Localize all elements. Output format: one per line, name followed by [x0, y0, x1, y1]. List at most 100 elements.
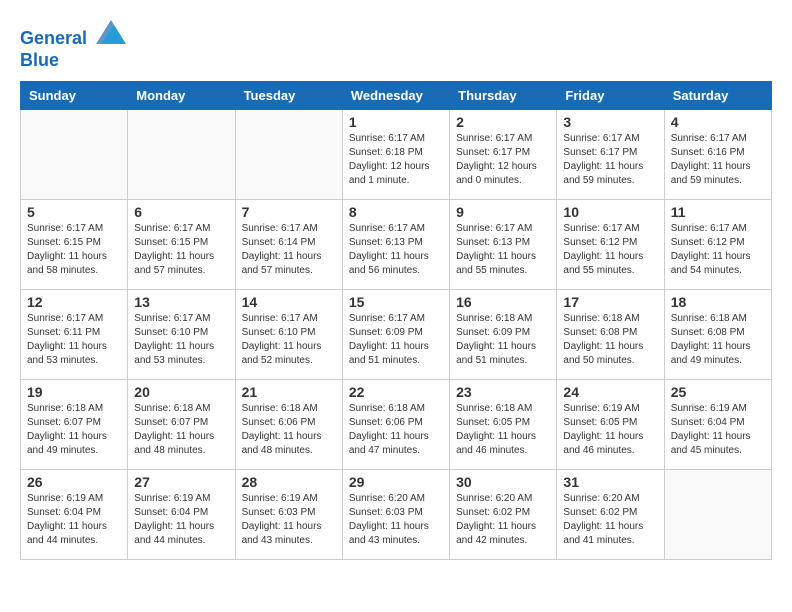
day-info: Sunrise: 6:17 AMSunset: 6:10 PMDaylight:… — [242, 312, 336, 368]
day-number: 17 — [563, 294, 657, 310]
day-number: 9 — [456, 204, 550, 220]
day-cell: 3 Sunrise: 6:17 AMSunset: 6:17 PMDaylight… — [557, 110, 664, 200]
weekday-thursday: Thursday — [450, 82, 557, 110]
logo: General Blue — [20, 20, 126, 71]
day-number: 25 — [671, 384, 765, 400]
day-info: Sunrise: 6:19 AMSunset: 6:04 PMDaylight:… — [671, 402, 765, 458]
day-info: Sunrise: 6:18 AMSunset: 6:09 PMDaylight:… — [456, 312, 550, 368]
day-info: Sunrise: 6:17 AMSunset: 6:12 PMDaylight:… — [671, 222, 765, 278]
day-cell — [128, 110, 235, 200]
day-info: Sunrise: 6:18 AMSunset: 6:07 PMDaylight:… — [134, 402, 228, 458]
day-number: 1 — [349, 114, 443, 130]
day-info: Sunrise: 6:19 AMSunset: 6:04 PMDaylight:… — [134, 492, 228, 548]
day-number: 30 — [456, 474, 550, 490]
day-cell: 13 Sunrise: 6:17 AMSunset: 6:10 PMDayligh… — [128, 290, 235, 380]
day-info: Sunrise: 6:17 AMSunset: 6:11 PMDaylight:… — [27, 312, 121, 368]
day-cell: 27 Sunrise: 6:19 AMSunset: 6:04 PMDayligh… — [128, 470, 235, 560]
day-cell: 16 Sunrise: 6:18 AMSunset: 6:09 PMDayligh… — [450, 290, 557, 380]
weekday-monday: Monday — [128, 82, 235, 110]
day-cell: 18 Sunrise: 6:18 AMSunset: 6:08 PMDayligh… — [664, 290, 771, 380]
day-info: Sunrise: 6:17 AMSunset: 6:12 PMDaylight:… — [563, 222, 657, 278]
week-row-4: 19 Sunrise: 6:18 AMSunset: 6:07 PMDayligh… — [21, 380, 772, 470]
day-cell: 26Sunrise: 6:19 AMSunset: 6:04 PMDayligh… — [21, 470, 128, 560]
day-info: Sunrise: 6:17 AMSunset: 6:15 PMDaylight:… — [27, 222, 121, 278]
day-cell: 15Sunrise: 6:17 AMSunset: 6:09 PMDayligh… — [342, 290, 449, 380]
day-cell: 1 Sunrise: 6:17 AMSunset: 6:18 PMDaylight… — [342, 110, 449, 200]
weekday-friday: Friday — [557, 82, 664, 110]
day-info: Sunrise: 6:18 AMSunset: 6:08 PMDaylight:… — [671, 312, 765, 368]
day-cell: 31 Sunrise: 6:20 AMSunset: 6:02 PMDayligh… — [557, 470, 664, 560]
day-number: 2 — [456, 114, 550, 130]
day-cell: 8Sunrise: 6:17 AMSunset: 6:13 PMDaylight… — [342, 200, 449, 290]
day-number: 4 — [671, 114, 765, 130]
week-row-5: 26Sunrise: 6:19 AMSunset: 6:04 PMDayligh… — [21, 470, 772, 560]
week-row-3: 12 Sunrise: 6:17 AMSunset: 6:11 PMDayligh… — [21, 290, 772, 380]
day-info: Sunrise: 6:19 AMSunset: 6:05 PMDaylight:… — [563, 402, 657, 458]
day-info: Sunrise: 6:19 AMSunset: 6:03 PMDaylight:… — [242, 492, 336, 548]
day-info: Sunrise: 6:20 AMSunset: 6:02 PMDaylight:… — [456, 492, 550, 548]
day-cell: 23 Sunrise: 6:18 AMSunset: 6:05 PMDayligh… — [450, 380, 557, 470]
weekday-wednesday: Wednesday — [342, 82, 449, 110]
day-number: 16 — [456, 294, 550, 310]
day-info: Sunrise: 6:18 AMSunset: 6:05 PMDaylight:… — [456, 402, 550, 458]
day-number: 18 — [671, 294, 765, 310]
day-info: Sunrise: 6:20 AMSunset: 6:03 PMDaylight:… — [349, 492, 443, 548]
day-cell: 9 Sunrise: 6:17 AMSunset: 6:13 PMDaylight… — [450, 200, 557, 290]
day-number: 14 — [242, 294, 336, 310]
day-cell: 24 Sunrise: 6:19 AMSunset: 6:05 PMDayligh… — [557, 380, 664, 470]
day-info: Sunrise: 6:20 AMSunset: 6:02 PMDaylight:… — [563, 492, 657, 548]
day-number: 13 — [134, 294, 228, 310]
day-cell: 6 Sunrise: 6:17 AMSunset: 6:15 PMDaylight… — [128, 200, 235, 290]
day-info: Sunrise: 6:17 AMSunset: 6:13 PMDaylight:… — [349, 222, 443, 278]
day-number: 21 — [242, 384, 336, 400]
day-cell: 19 Sunrise: 6:18 AMSunset: 6:07 PMDayligh… — [21, 380, 128, 470]
day-number: 6 — [134, 204, 228, 220]
day-info: Sunrise: 6:18 AMSunset: 6:07 PMDaylight:… — [27, 402, 121, 458]
day-info: Sunrise: 6:17 AMSunset: 6:17 PMDaylight:… — [456, 132, 550, 188]
calendar-table: SundayMondayTuesdayWednesdayThursdayFrid… — [20, 81, 772, 560]
day-number: 27 — [134, 474, 228, 490]
logo-text: General — [20, 20, 126, 50]
day-cell: 21Sunrise: 6:18 AMSunset: 6:06 PMDayligh… — [235, 380, 342, 470]
day-info: Sunrise: 6:18 AMSunset: 6:08 PMDaylight:… — [563, 312, 657, 368]
day-info: Sunrise: 6:17 AMSunset: 6:14 PMDaylight:… — [242, 222, 336, 278]
day-number: 23 — [456, 384, 550, 400]
day-info: Sunrise: 6:17 AMSunset: 6:18 PMDaylight:… — [349, 132, 443, 188]
day-info: Sunrise: 6:17 AMSunset: 6:10 PMDaylight:… — [134, 312, 228, 368]
day-cell: 30 Sunrise: 6:20 AMSunset: 6:02 PMDayligh… — [450, 470, 557, 560]
calendar-body: 1 Sunrise: 6:17 AMSunset: 6:18 PMDaylight… — [21, 110, 772, 560]
weekday-header-row: SundayMondayTuesdayWednesdayThursdayFrid… — [21, 82, 772, 110]
day-cell: 11Sunrise: 6:17 AMSunset: 6:12 PMDayligh… — [664, 200, 771, 290]
day-cell: 12 Sunrise: 6:17 AMSunset: 6:11 PMDayligh… — [21, 290, 128, 380]
day-info: Sunrise: 6:19 AMSunset: 6:04 PMDaylight:… — [27, 492, 121, 548]
day-cell: 25 Sunrise: 6:19 AMSunset: 6:04 PMDayligh… — [664, 380, 771, 470]
day-number: 7 — [242, 204, 336, 220]
logo-blue: Blue — [20, 50, 126, 72]
page-header: General Blue — [20, 20, 772, 71]
week-row-1: 1 Sunrise: 6:17 AMSunset: 6:18 PMDaylight… — [21, 110, 772, 200]
weekday-saturday: Saturday — [664, 82, 771, 110]
day-info: Sunrise: 6:17 AMSunset: 6:13 PMDaylight:… — [456, 222, 550, 278]
day-number: 10 — [563, 204, 657, 220]
weekday-sunday: Sunday — [21, 82, 128, 110]
day-cell: 29 Sunrise: 6:20 AMSunset: 6:03 PMDayligh… — [342, 470, 449, 560]
day-cell: 2 Sunrise: 6:17 AMSunset: 6:17 PMDaylight… — [450, 110, 557, 200]
day-cell: 22Sunrise: 6:18 AMSunset: 6:06 PMDayligh… — [342, 380, 449, 470]
day-number: 15 — [349, 294, 443, 310]
day-number: 5 — [27, 204, 121, 220]
day-number: 3 — [563, 114, 657, 130]
day-number: 24 — [563, 384, 657, 400]
day-cell: 14 Sunrise: 6:17 AMSunset: 6:10 PMDayligh… — [235, 290, 342, 380]
day-number: 31 — [563, 474, 657, 490]
day-cell: 28 Sunrise: 6:19 AMSunset: 6:03 PMDayligh… — [235, 470, 342, 560]
day-number: 12 — [27, 294, 121, 310]
day-info: Sunrise: 6:18 AMSunset: 6:06 PMDaylight:… — [349, 402, 443, 458]
day-number: 28 — [242, 474, 336, 490]
day-info: Sunrise: 6:17 AMSunset: 6:17 PMDaylight:… — [563, 132, 657, 188]
day-cell: 5 Sunrise: 6:17 AMSunset: 6:15 PMDaylight… — [21, 200, 128, 290]
day-info: Sunrise: 6:17 AMSunset: 6:15 PMDaylight:… — [134, 222, 228, 278]
day-number: 19 — [27, 384, 121, 400]
weekday-tuesday: Tuesday — [235, 82, 342, 110]
day-number: 29 — [349, 474, 443, 490]
day-cell: 20Sunrise: 6:18 AMSunset: 6:07 PMDayligh… — [128, 380, 235, 470]
